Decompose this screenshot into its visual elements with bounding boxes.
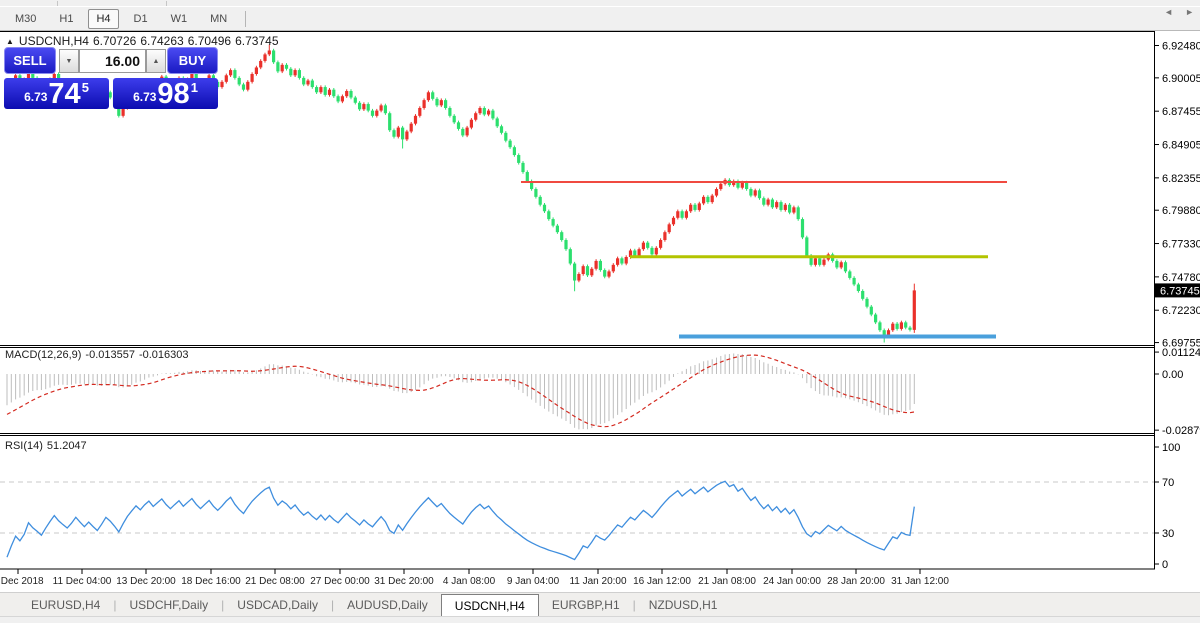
time-axis-tick[interactable]: 21 Dec 08:00 — [245, 576, 305, 587]
tab-scroll-right-icon[interactable]: ► — [1185, 7, 1194, 17]
time-axis-tick[interactable]: 27 Dec 00:00 — [310, 576, 370, 587]
timeframe-button-m30[interactable]: M30 — [7, 9, 44, 29]
sell-button[interactable]: SELL — [4, 47, 56, 74]
macd-value-signal: -0.016303 — [139, 349, 189, 361]
ohlc-high: 6.74263 — [140, 34, 183, 48]
timeframe-button-w1[interactable]: W1 — [163, 9, 196, 29]
rsi-layer — [7, 481, 914, 559]
tabbar-padding — [0, 593, 18, 616]
chart-tab-bar: EURUSD,H4|USDCHF,Daily|USDCAD,Daily|AUDU… — [0, 592, 1200, 616]
ohlc-close: 6.73745 — [235, 34, 278, 48]
one-click-trade-panel: SELL ▼ 16.00 ▲ BUY 6.73 74 5 6.73 98 1 — [4, 47, 218, 109]
toolbar-groove — [57, 1, 58, 6]
buy-price-point: 1 — [191, 80, 198, 95]
volume-decrease-button[interactable]: ▼ — [59, 49, 79, 73]
time-axis-tick[interactable]: 28 Jan 20:00 — [827, 576, 885, 587]
time-axis-tick[interactable]: 24 Jan 00:00 — [763, 576, 821, 587]
sell-price-quote[interactable]: 6.73 74 5 — [4, 78, 109, 109]
chart-tab-audusd-daily[interactable]: AUDUSD,Daily — [334, 593, 441, 616]
price-axis-tick: 6.87455 — [1162, 106, 1200, 118]
timeframe-button-d1[interactable]: D1 — [126, 9, 156, 29]
tab-scroll-controls: ◄ ► — [1164, 0, 1194, 24]
rsi-axis-tick: 100 — [1162, 442, 1180, 454]
rsi-axis-tick: 0 — [1162, 559, 1168, 571]
rsi-name: RSI(14) — [5, 440, 43, 452]
time-axis-tick[interactable]: 21 Jan 08:00 — [698, 576, 756, 587]
pane-borders — [0, 32, 1155, 570]
time-axis-tick[interactable]: 18 Dec 16:00 — [181, 576, 241, 587]
time-axis-tick[interactable]: 9 Jan 04:00 — [507, 576, 560, 587]
buy-button[interactable]: BUY — [167, 47, 218, 74]
time-axis-tick[interactable]: 31 Jan 12:00 — [891, 576, 949, 587]
buy-price-quote[interactable]: 6.73 98 1 — [113, 78, 218, 109]
price-axis-tick: 6.72230 — [1162, 305, 1200, 317]
time-axis-tick[interactable]: 16 Jan 12:00 — [633, 576, 691, 587]
sell-price-point: 5 — [82, 80, 89, 95]
volume-increase-button[interactable]: ▲ — [146, 49, 166, 73]
chart-tab-usdchf-daily[interactable]: USDCHF,Daily — [116, 593, 221, 616]
chart-title: ▲ USDCNH,H4 6.70726 6.74263 6.70496 6.73745 — [6, 34, 283, 48]
ohlc-low: 6.70496 — [188, 34, 231, 48]
tab-scroll-left-icon[interactable]: ◄ — [1164, 7, 1173, 17]
chevron-up-icon: ▲ — [153, 58, 160, 65]
rsi-label: RSI(14) 51.2047 — [5, 440, 91, 452]
sell-price-prefix: 6.73 — [24, 90, 47, 104]
rsi-axis-tick: 30 — [1162, 528, 1174, 540]
timeframe-button-mn[interactable]: MN — [202, 9, 235, 29]
time-axis-tick[interactable]: 4 Jan 08:00 — [443, 576, 496, 587]
timeframe-button-h1[interactable]: H1 — [51, 9, 81, 29]
macd-axis-tick: 0.00 — [1162, 369, 1183, 381]
macd-axis-labels: 0.011242 0.00 -0.028797 — [1155, 347, 1200, 437]
mt4-window: M30 H1 H4 D1 W1 MN ▲ USDCNH,H4 6.70726 6.74263 6.… — [0, 0, 1200, 623]
status-bar — [0, 616, 1200, 623]
chart-tab-usdcnh-h4[interactable]: USDCNH,H4 — [441, 594, 539, 616]
symbol-period: USDCNH,H4 — [19, 34, 89, 48]
rsi-value: 51.2047 — [47, 440, 87, 452]
collapse-icon[interactable]: ▲ — [6, 37, 14, 46]
timeframe-button-h4[interactable]: H4 — [88, 9, 118, 29]
macd-label: MACD(12,26,9) -0.013557 -0.016303 — [5, 349, 193, 361]
price-axis-labels: 6.92480 6.90005 6.87455 6.84905 6.82355 6.798… — [1155, 41, 1200, 350]
rsi-axis-labels: 100 70 30 0 — [1155, 442, 1180, 571]
chevron-down-icon: ▼ — [66, 58, 73, 65]
svg-text:6.73745: 6.73745 — [1160, 285, 1200, 297]
macd-name: MACD(12,26,9) — [5, 349, 81, 361]
time-axis-tick[interactable]: 6 Dec 2018 — [0, 576, 44, 587]
price-axis-tick: 6.82355 — [1162, 173, 1200, 185]
time-axis-tick[interactable]: 11 Jan 20:00 — [569, 576, 627, 587]
price-axis-tick: 6.79880 — [1162, 205, 1200, 217]
chart-tab-eurusd-h4[interactable]: EURUSD,H4 — [18, 593, 113, 616]
price-axis-tick: 6.90005 — [1162, 73, 1200, 85]
sell-price-pips: 74 — [48, 81, 80, 107]
volume-input[interactable]: 16.00 — [79, 49, 146, 73]
chart-tab-eurgbp-h1[interactable]: EURGBP,H1 — [539, 593, 633, 616]
toolbar-separator — [245, 11, 246, 27]
upper-toolbar-edge — [0, 0, 1200, 7]
chart-tab-usdcad-daily[interactable]: USDCAD,Daily — [224, 593, 331, 616]
ohlc-open: 6.70726 — [93, 34, 136, 48]
timeframe-toolbar: M30 H1 H4 D1 W1 MN — [0, 7, 1200, 31]
macd-value-main: -0.013557 — [85, 349, 135, 361]
price-axis-tick: 6.92480 — [1162, 41, 1200, 53]
macd-axis-tick: -0.028797 — [1162, 425, 1200, 437]
time-axis-labels: 6 Dec 2018 11 Dec 04:00 13 Dec 20:00 18 Dec… — [0, 569, 949, 587]
chart-tab-nzdusd-h1[interactable]: NZDUSD,H1 — [636, 593, 731, 616]
toolbar-groove — [166, 1, 167, 6]
time-axis-tick[interactable]: 11 Dec 04:00 — [53, 576, 112, 587]
current-price-tag: 6.73745 — [1155, 283, 1200, 297]
rsi-axis-tick: 70 — [1162, 477, 1174, 489]
price-axis-tick: 6.84905 — [1162, 140, 1200, 152]
time-axis-tick[interactable]: 13 Dec 20:00 — [116, 576, 176, 587]
buy-price-pips: 98 — [157, 81, 189, 107]
time-axis-tick[interactable]: 31 Dec 20:00 — [374, 576, 434, 587]
macd-layer — [7, 353, 914, 429]
macd-axis-tick: 0.011242 — [1162, 347, 1200, 359]
rsi-level-lines — [0, 482, 1154, 533]
price-axis-tick: 6.74780 — [1162, 272, 1200, 284]
buy-price-prefix: 6.73 — [133, 90, 156, 104]
price-axis-tick: 6.77330 — [1162, 239, 1200, 251]
trade-panel-top-row: SELL ▼ 16.00 ▲ BUY — [4, 47, 218, 75]
price-chart-canvas[interactable]: 6.92480 6.90005 6.87455 6.84905 6.82355 6.798… — [0, 31, 1200, 592]
chart-window[interactable]: ▲USDCNH,H46.707266.742636.704966.73745 6… — [0, 31, 1200, 592]
